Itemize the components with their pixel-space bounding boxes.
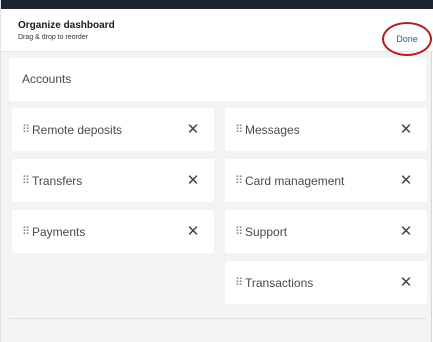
widget-card-support[interactable]: ⠿ Support ✕ — [225, 210, 427, 253]
close-icon[interactable]: ✕ — [184, 222, 202, 240]
drag-handle-icon[interactable]: ⠿ — [22, 123, 30, 136]
accounts-label: Accounts — [22, 72, 72, 86]
drag-handle-icon[interactable]: ⠿ — [22, 225, 30, 238]
close-icon[interactable]: ✕ — [397, 273, 415, 291]
drag-handle-icon[interactable]: ⠿ — [235, 174, 243, 187]
widget-card-transactions[interactable]: ⠿ Transactions ✕ — [225, 261, 427, 304]
close-icon[interactable]: ✕ — [184, 120, 202, 138]
widget-card-label: Payments — [32, 225, 86, 239]
close-icon[interactable]: ✕ — [184, 171, 202, 189]
panel-header: Organize dashboard Drag & drop to reorde… — [1, 9, 433, 56]
top-bar — [1, 0, 433, 9]
close-icon[interactable]: ✕ — [397, 222, 415, 240]
accounts-widget[interactable]: Accounts — [9, 58, 426, 101]
divider — [9, 318, 426, 319]
widget-card-transfers[interactable]: ⠿ Transfers ✕ — [12, 159, 214, 202]
widget-card-label: Support — [245, 225, 288, 239]
widget-card-messages[interactable]: ⠿ Messages ✕ — [225, 108, 427, 151]
widget-card-label: Card management — [245, 174, 345, 188]
widget-card-label: Transactions — [245, 276, 314, 290]
widget-card-payments[interactable]: ⠿ Payments ✕ — [12, 210, 214, 253]
drag-handle-icon[interactable]: ⠿ — [235, 123, 243, 136]
close-icon[interactable]: ✕ — [397, 120, 415, 138]
close-icon[interactable]: ✕ — [397, 171, 415, 189]
page-title: Organize dashboard — [18, 20, 115, 31]
done-button[interactable]: Done — [382, 22, 432, 56]
organize-dashboard-panel: Organize dashboard Drag & drop to reorde… — [0, 0, 433, 342]
page-subtitle: Drag & drop to reorder — [18, 34, 89, 41]
widget-card-label: Remote deposits — [32, 123, 123, 137]
widget-card-label: Messages — [245, 123, 300, 137]
drag-handle-icon[interactable]: ⠿ — [22, 174, 30, 187]
empty-drop-zone — [12, 260, 214, 312]
widget-card-label: Transfers — [32, 174, 83, 188]
widget-card-card-management[interactable]: ⠿ Card management ✕ — [225, 159, 427, 202]
drag-handle-icon[interactable]: ⠿ — [235, 225, 243, 238]
widget-card-remote-deposits[interactable]: ⠿ Remote deposits ✕ — [12, 108, 214, 151]
drag-handle-icon[interactable]: ⠿ — [235, 276, 243, 289]
